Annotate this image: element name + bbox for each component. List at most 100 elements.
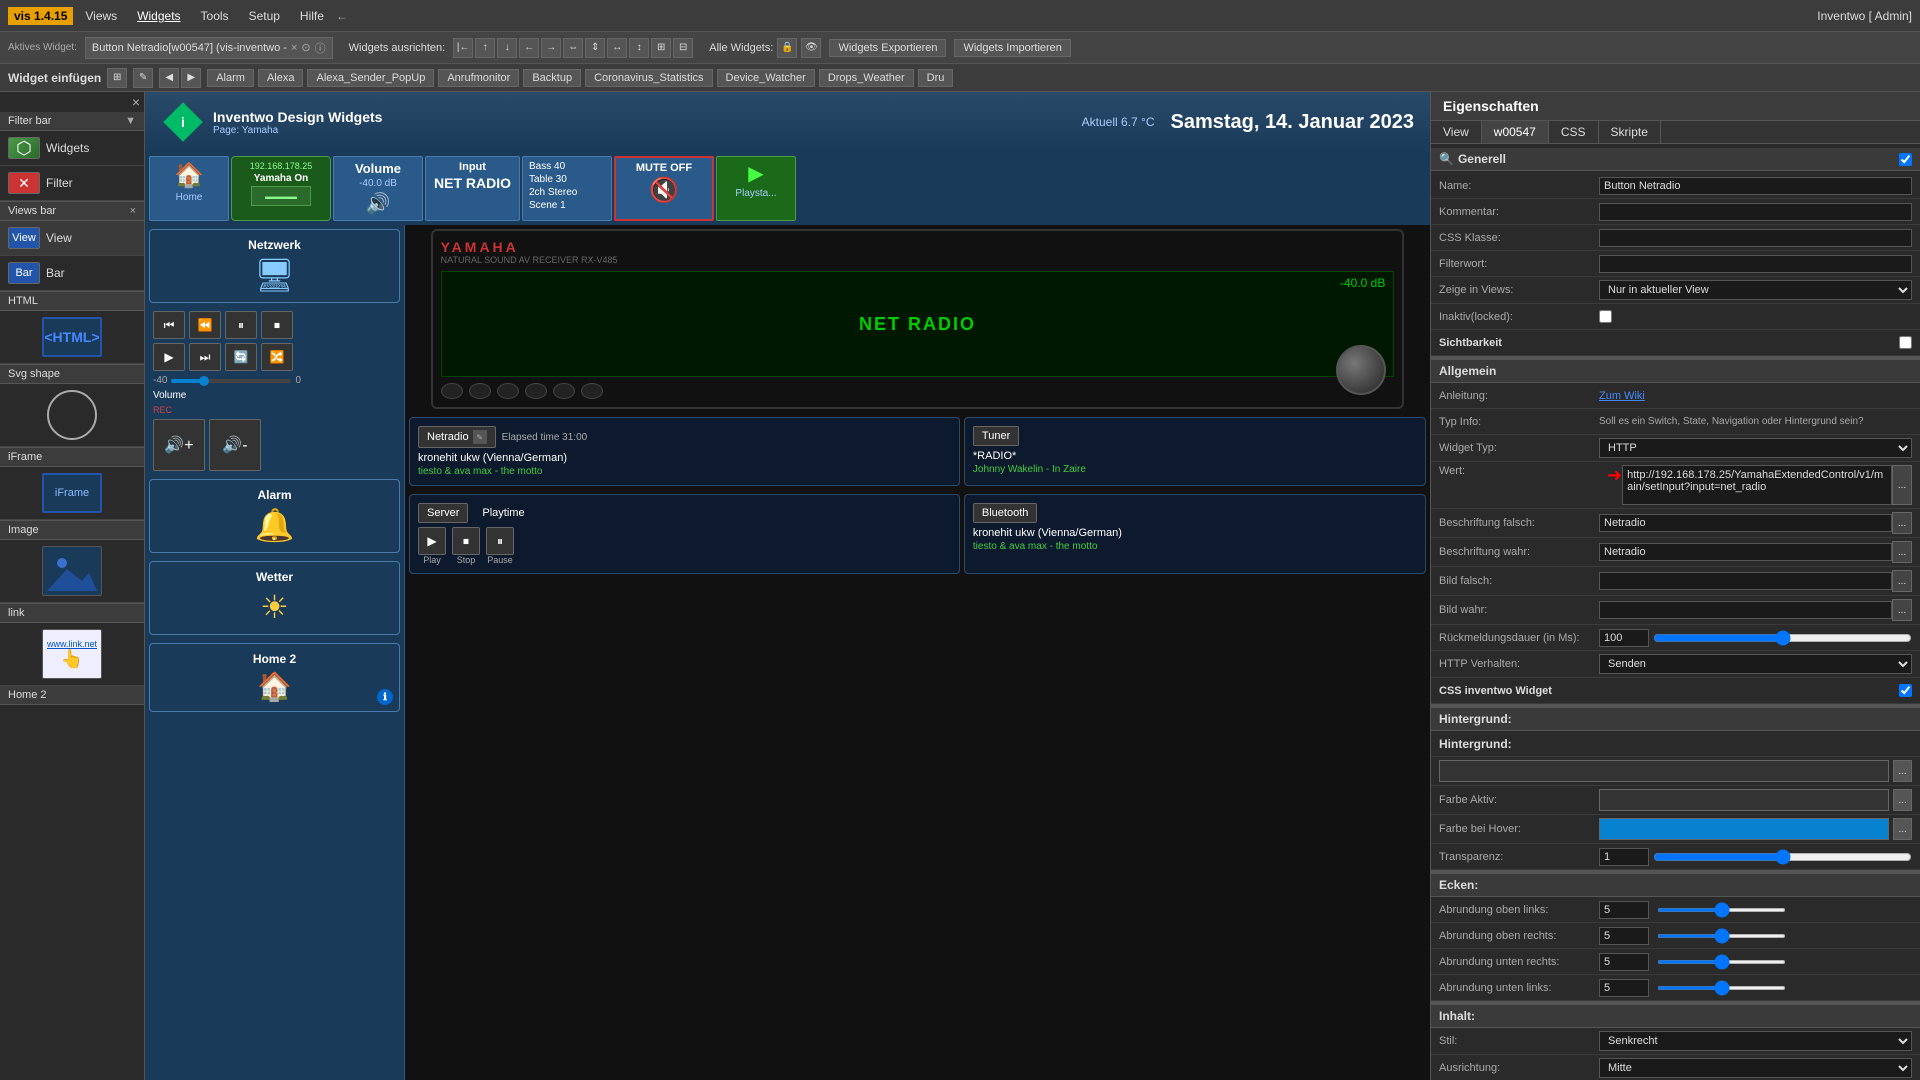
page-tab-drops[interactable]: Drops_Weather (819, 69, 914, 87)
alle-lock-btn[interactable]: 🔒 (777, 38, 797, 58)
vol-down-btn[interactable]: 🔊- (209, 419, 261, 471)
bild-wahr-btn[interactable]: ... (1892, 599, 1912, 621)
yamaha-btn-1[interactable] (441, 383, 463, 399)
yamaha-btn-3[interactable] (497, 383, 519, 399)
sidebar-item-widgets[interactable]: ⬡ Widgets (0, 131, 144, 166)
align-btn-9[interactable]: ↕ (629, 38, 649, 58)
wert-browse-btn[interactable]: ... (1892, 465, 1912, 505)
alarm-box[interactable]: Alarm 🔔 (149, 479, 400, 553)
transparenz-input[interactable] (1599, 848, 1649, 866)
back-button[interactable]: ← (336, 9, 348, 23)
transport-pause[interactable]: ⏸ (225, 311, 257, 339)
wetter-box[interactable]: Wetter ☀ (149, 561, 400, 635)
menu-setup[interactable]: Setup (245, 7, 284, 25)
corner-ul-slider[interactable] (1657, 986, 1786, 990)
bild-falsch-btn[interactable]: ... (1892, 570, 1912, 592)
yamaha-btn-2[interactable] (469, 383, 491, 399)
server-btn[interactable]: Server (418, 503, 468, 523)
corner-ul-input[interactable] (1599, 979, 1649, 997)
zeige-views-select[interactable]: Nur in aktueller View (1599, 280, 1912, 300)
nav-btn-yamaha[interactable]: 192.168.178.25 Yamaha On ▬▬▬▬ (231, 156, 331, 221)
page-tab-alexa[interactable]: Alexa (258, 69, 304, 87)
transport-play[interactable]: ▶ (153, 343, 185, 371)
name-input[interactable] (1599, 177, 1912, 195)
transport-next[interactable]: ⏭ (189, 343, 221, 371)
nav-btn-volume[interactable]: Volume -40.0 dB 🔊 (333, 156, 423, 221)
transport-repeat[interactable]: 🔄 (225, 343, 257, 371)
netzwerk-box[interactable]: Netzwerk 🖥 (149, 229, 400, 303)
yamaha-btn-4[interactable] (525, 383, 547, 399)
sidebar-view-item[interactable]: View View (0, 221, 144, 256)
widget-typ-select[interactable]: HTTP (1599, 438, 1912, 458)
menu-views[interactable]: Views (81, 7, 121, 25)
vol-up-btn[interactable]: 🔊+ (153, 419, 205, 471)
beschriftung-falsch-input[interactable] (1599, 514, 1892, 532)
nav-btn-input[interactable]: Input NET RADIO (425, 156, 520, 221)
align-btn-2[interactable]: ↑ (475, 38, 495, 58)
netradio-btn[interactable]: Netradio ✎ (418, 426, 496, 448)
volume-track[interactable] (171, 379, 291, 383)
play-button[interactable]: ▶ (418, 527, 446, 555)
pencil-btn[interactable]: ✎ (133, 68, 153, 88)
bild-wahr-input[interactable] (1599, 601, 1892, 619)
transport-rew[interactable]: ⏪ (189, 311, 221, 339)
yamaha-btn-6[interactable] (581, 383, 603, 399)
tab-w00547[interactable]: w00547 (1482, 121, 1549, 143)
kommentar-input[interactable] (1599, 203, 1912, 221)
sidebar-item-filter[interactable]: ✕ Filter (0, 166, 144, 201)
align-btn-7[interactable]: ⇕ (585, 38, 605, 58)
export-button[interactable]: Widgets Exportieren (829, 39, 946, 57)
corner-or-input[interactable] (1599, 927, 1649, 945)
rueckmeldung-input[interactable] (1599, 629, 1649, 647)
farbe-hover-swatch[interactable] (1599, 818, 1889, 840)
http-verhalten-select[interactable]: Senden (1599, 654, 1912, 674)
align-btn-8[interactable]: ↔ (607, 38, 627, 58)
bluetooth-btn[interactable]: Bluetooth (973, 503, 1037, 523)
stop-button[interactable]: ⏹ (452, 527, 480, 555)
beschriftung-wahr-input[interactable] (1599, 543, 1892, 561)
page-tab-dru[interactable]: Dru (918, 69, 954, 87)
rueckmeldung-slider[interactable] (1653, 630, 1912, 646)
page-next[interactable]: ▶ (181, 68, 201, 88)
transport-shuffle[interactable]: 🔀 (261, 343, 293, 371)
home2-box[interactable]: Home 2 🏠 ℹ (149, 643, 400, 712)
tuner-btn[interactable]: Tuner (973, 426, 1019, 446)
page-tab-alexa-sender[interactable]: Alexa_Sender_PopUp (307, 69, 434, 87)
align-btn-3[interactable]: ↓ (497, 38, 517, 58)
page-prev[interactable]: ◀ (159, 68, 179, 88)
ausrichtung-select[interactable]: Mitte (1599, 1058, 1912, 1078)
corner-ol-input[interactable] (1599, 901, 1649, 919)
align-btn-6[interactable]: ⇔ (563, 38, 583, 58)
sidebar-bar-item[interactable]: Bar Bar (0, 256, 144, 291)
nav-btn-bass[interactable]: Bass 40 Table 30 2ch Stereo Scene 1 (522, 156, 612, 221)
transport-prev[interactable]: ⏮ (153, 311, 185, 339)
aktives-widget-info[interactable]: ⓘ (315, 40, 326, 56)
farbe-aktiv-btn[interactable]: ... (1893, 789, 1912, 811)
link-icon-item[interactable]: www.link.net 👆 (0, 623, 144, 686)
html-icon-item[interactable]: <HTML> (0, 311, 144, 364)
inaktiv-checkbox[interactable] (1599, 310, 1612, 323)
corner-ur-slider[interactable] (1657, 960, 1786, 964)
filter-bar-arrow[interactable]: ▼ (125, 115, 136, 127)
page-tab-anruf[interactable]: Anrufmonitor (438, 69, 519, 87)
transparenz-slider[interactable] (1653, 849, 1912, 865)
nav-btn-playsta[interactable]: ▶ Playsta... (716, 156, 796, 221)
import-button[interactable]: Widgets Importieren (954, 39, 1070, 57)
corner-or-slider[interactable] (1657, 934, 1786, 938)
farbe-hover-btn[interactable]: ... (1893, 818, 1912, 840)
netradio-edit-icon[interactable]: ✎ (473, 430, 487, 444)
corner-ol-slider[interactable] (1657, 908, 1786, 912)
yamaha-btn-5[interactable] (553, 383, 575, 399)
css-klasse-input[interactable] (1599, 229, 1912, 247)
views-bar-x[interactable]: × (130, 205, 136, 217)
beschr-falsch-btn[interactable]: ... (1892, 512, 1912, 534)
tab-view[interactable]: View (1431, 121, 1482, 143)
image-icon-item[interactable] (0, 540, 144, 603)
menu-hilfe[interactable]: Hilfe (296, 7, 328, 25)
page-tab-alarm[interactable]: Alarm (207, 69, 254, 87)
corner-ur-input[interactable] (1599, 953, 1649, 971)
nav-btn-home[interactable]: 🏠 Home (149, 156, 229, 221)
close-x-icon[interactable]: × (132, 94, 140, 110)
svg-icon-item[interactable] (0, 384, 144, 447)
hintergrund-color-btn[interactable]: ... (1893, 760, 1912, 782)
